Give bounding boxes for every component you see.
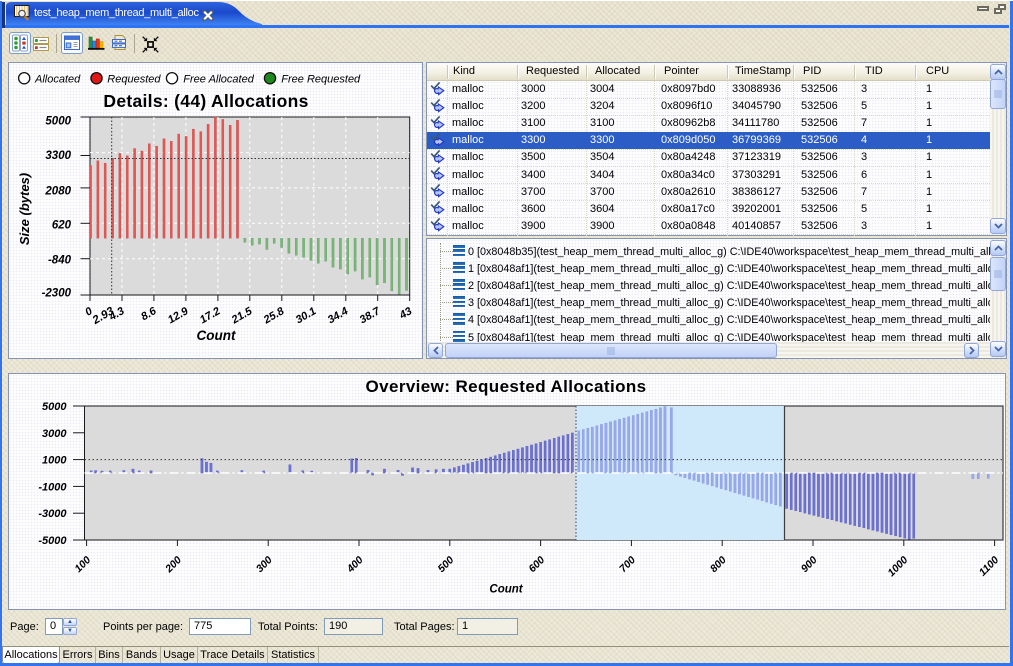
svg-text:-5000: -5000 <box>38 535 67 547</box>
svg-text:38.7: 38.7 <box>358 305 383 327</box>
svg-text:Free Requested: Free Requested <box>281 74 361 86</box>
svg-text:17.2: 17.2 <box>198 305 223 326</box>
svg-text:21.5: 21.5 <box>229 305 255 327</box>
svg-text:300: 300 <box>254 554 275 575</box>
svg-text:25.8: 25.8 <box>261 305 287 327</box>
svg-text:2.93: 2.93 <box>90 305 117 327</box>
svg-text:Size (bytes): Size (bytes) <box>17 173 32 245</box>
svg-text:700: 700 <box>617 554 638 575</box>
svg-text:12.9: 12.9 <box>166 305 191 327</box>
svg-text:-2300: -2300 <box>42 288 72 300</box>
svg-text:Allocated: Allocated <box>34 74 81 86</box>
svg-text:2080: 2080 <box>44 185 71 197</box>
svg-text:5000: 5000 <box>42 401 67 413</box>
svg-text:200: 200 <box>162 554 184 576</box>
svg-text:1000: 1000 <box>42 455 67 467</box>
svg-text:-1000: -1000 <box>38 481 67 493</box>
svg-text:Details: (44) Allocations: Details: (44) Allocations <box>103 91 308 111</box>
svg-text:1000: 1000 <box>885 554 910 579</box>
svg-text:620: 620 <box>52 220 72 232</box>
svg-text:Overview: Requested Allocation: Overview: Requested Allocations <box>365 377 646 396</box>
svg-text:34.4: 34.4 <box>326 305 351 326</box>
svg-text:3000: 3000 <box>42 428 67 440</box>
svg-text:Count: Count <box>197 328 236 343</box>
svg-text:3300: 3300 <box>45 150 71 162</box>
svg-text:30.1: 30.1 <box>294 305 319 326</box>
svg-text:-3000: -3000 <box>38 508 67 520</box>
svg-text:5000: 5000 <box>45 116 71 128</box>
svg-text:1100: 1100 <box>977 554 1002 579</box>
svg-text:100: 100 <box>72 554 93 575</box>
svg-text:800: 800 <box>708 554 729 575</box>
svg-text:Free Allocated: Free Allocated <box>183 74 254 86</box>
svg-text:8.6: 8.6 <box>139 305 159 323</box>
svg-text:500: 500 <box>436 554 457 575</box>
svg-text:Count: Count <box>489 584 523 596</box>
svg-text:600: 600 <box>526 554 547 575</box>
svg-text:400: 400 <box>344 554 366 576</box>
svg-text:43: 43 <box>397 305 414 322</box>
svg-text:-840: -840 <box>48 255 72 267</box>
svg-text:Requested: Requested <box>107 74 161 86</box>
svg-text:900: 900 <box>799 554 820 575</box>
